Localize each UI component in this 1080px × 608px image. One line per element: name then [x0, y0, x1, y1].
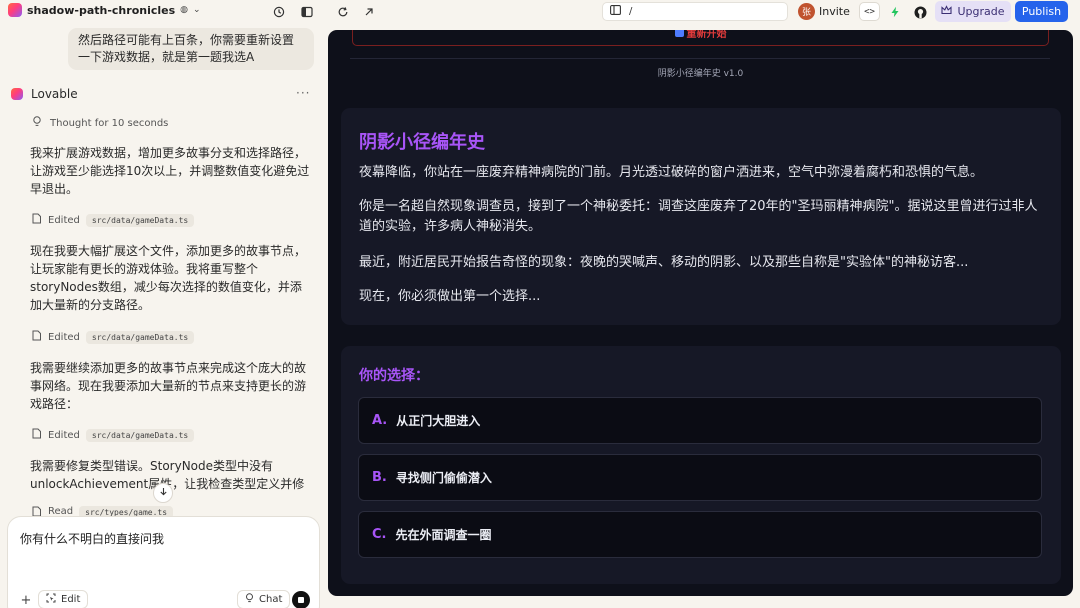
choice-button-c[interactable]: C. 先在外面调查一圈 — [358, 511, 1042, 558]
arrow-down-icon — [159, 487, 168, 499]
edit-action: Edited — [48, 331, 80, 343]
bolt-icon[interactable] — [886, 3, 904, 21]
choice-button-a[interactable]: A. 从正门大胆进入 — [358, 397, 1042, 444]
choice-letter: A. — [372, 413, 388, 428]
choice-text: 从正门大胆进入 — [396, 414, 481, 428]
chat-panel: 然后路径可能有上百条，你需要重新设置一下游戏数据，就是第一题我选A Lovabl… — [0, 24, 326, 608]
sidebar-toggle-icon[interactable] — [298, 3, 316, 21]
history-icon[interactable] — [270, 3, 288, 21]
file-edit-icon — [32, 330, 42, 344]
select-edit-icon — [46, 593, 56, 606]
choice-text: 先在外面调查一圈 — [395, 528, 492, 542]
file-edit-icon — [32, 428, 42, 442]
choices-title: 你的选择： — [359, 368, 429, 384]
stop-button[interactable] — [292, 591, 310, 608]
file-path: src/data/gameData.ts — [85, 213, 195, 227]
lightbulb-icon — [32, 116, 42, 130]
thought-label: Thought for 10 seconds — [50, 117, 169, 129]
version-text: 阴影小径编年史 v1.0 — [657, 69, 744, 79]
restart-icon — [674, 30, 684, 37]
edit-action: Edited — [48, 429, 80, 441]
assistant-message: 我来扩展游戏数据，增加更多故事分支和选择路径，让游戏至少能选择10次以上，并调整… — [30, 146, 310, 196]
edit-action: Edited — [48, 214, 80, 226]
file-path: src/data/gameData.ts — [85, 428, 195, 442]
composer-input[interactable]: 你有什么不明白的直接问我 — [20, 530, 164, 547]
github-icon[interactable] — [911, 3, 929, 21]
assistant-name: Lovable — [31, 87, 78, 101]
choice-letter: C. — [372, 527, 387, 542]
edit-mode-button[interactable]: Edit — [38, 590, 89, 608]
more-options-icon[interactable]: ··· — [296, 86, 310, 100]
edit-mode-label: Edit — [61, 594, 81, 605]
avatar[interactable]: 张 — [798, 3, 815, 20]
edit-entry[interactable]: Edited src/data/gameData.ts — [32, 213, 195, 227]
scroll-down-button[interactable] — [153, 483, 173, 503]
project-switcher[interactable]: shadow-path-chronicles ◍ ⌄ — [8, 3, 201, 17]
choice-text: 寻找侧门偷偷潜入 — [395, 471, 492, 485]
file-read-icon — [32, 506, 42, 516]
choice-button-b[interactable]: B. 寻找侧门偷偷潜入 — [358, 454, 1042, 501]
external-link-icon[interactable] — [360, 3, 378, 21]
globe-icon: ◍ — [180, 5, 189, 15]
restart-button[interactable]: 重新开始 — [352, 30, 1049, 46]
publish-button[interactable]: Publish — [1015, 1, 1068, 22]
choices-card: 你的选择： A. 从正门大胆进入 B. 寻找侧门偷偷潜入 C. 先在外面调查一圈 — [341, 346, 1061, 584]
read-action: Read — [48, 506, 74, 516]
top-bar: shadow-path-chronicles ◍ ⌄ / 张 Invite <>… — [0, 0, 1080, 24]
code-view-button[interactable]: <> — [859, 2, 880, 21]
chat-composer[interactable]: 你有什么不明白的直接问我 + Edit Chat — [7, 516, 320, 608]
edit-entry[interactable]: Edited src/data/gameData.ts — [32, 428, 195, 442]
assistant-header: Lovable — [11, 87, 78, 101]
file-edit-icon — [32, 213, 42, 227]
chat-mode-button[interactable]: Chat — [237, 590, 291, 608]
lovable-logo — [8, 3, 22, 17]
user-message: 然后路径可能有上百条，你需要重新设置一下游戏数据，就是第一题我选A — [68, 28, 314, 70]
project-name: shadow-path-chronicles — [27, 3, 176, 17]
story-paragraph: 你是一名超自然现象调查员，接到了一个神秘委托：调查这座废弃了20年的"圣玛丽精神… — [359, 199, 1038, 234]
page-icon — [610, 5, 621, 18]
story-card: 阴影小径编年史 夜幕降临，你站在一座废弃精神病院的门前。月光透过破碎的窗户洒进来… — [341, 108, 1061, 325]
restart-label-wrap: 重新开始 — [674, 30, 727, 40]
file-path: src/types/game.ts — [79, 506, 174, 516]
url-bar[interactable]: / — [602, 2, 788, 21]
url-path: / — [629, 6, 633, 17]
plus-icon[interactable]: + — [18, 592, 34, 608]
lovable-logo — [11, 88, 23, 100]
file-path: src/data/gameData.ts — [85, 330, 195, 344]
app-preview: 重新开始 阴影小径编年史 v1.0 阴影小径编年史 夜幕降临，你站在一座废弃精神… — [328, 30, 1073, 596]
divider — [350, 58, 1050, 59]
story-paragraph: 最近，附近居民开始报告奇怪的现象：夜晚的哭喊声、移动的阴影、以及那些自称是"实验… — [359, 255, 969, 270]
thought-indicator[interactable]: Thought for 10 seconds — [32, 116, 168, 130]
chat-mode-label: Chat — [259, 594, 283, 605]
assistant-message: 现在我要大幅扩展这个文件，添加更多的故事节点，让玩家能有更长的游戏体验。我将重写… — [30, 244, 307, 312]
story-paragraph: 现在，你必须做出第一个选择... — [359, 289, 541, 304]
crown-icon — [941, 5, 953, 18]
upgrade-button[interactable]: Upgrade — [935, 1, 1011, 22]
stop-icon — [298, 597, 304, 603]
story-title: 阴影小径编年史 — [359, 132, 485, 153]
read-entry[interactable]: Read src/types/game.ts — [32, 506, 174, 516]
edit-entry[interactable]: Edited src/data/gameData.ts — [32, 330, 195, 344]
refresh-icon[interactable] — [334, 3, 352, 21]
upgrade-label: Upgrade — [957, 5, 1005, 18]
assistant-message: 我需要继续添加更多的故事节点来完成这个庞大的故事网络。现在我要添加大量新的节点来… — [30, 361, 307, 411]
invite-button[interactable]: Invite — [819, 5, 850, 18]
restart-label: 重新开始 — [686, 30, 727, 40]
lightbulb-icon — [245, 593, 254, 606]
chevron-down-icon: ⌄ — [193, 5, 201, 15]
choice-letter: B. — [372, 470, 387, 485]
story-paragraph: 夜幕降临，你站在一座废弃精神病院的门前。月光透过破碎的窗户洒进来，空气中弥漫着腐… — [359, 165, 984, 180]
